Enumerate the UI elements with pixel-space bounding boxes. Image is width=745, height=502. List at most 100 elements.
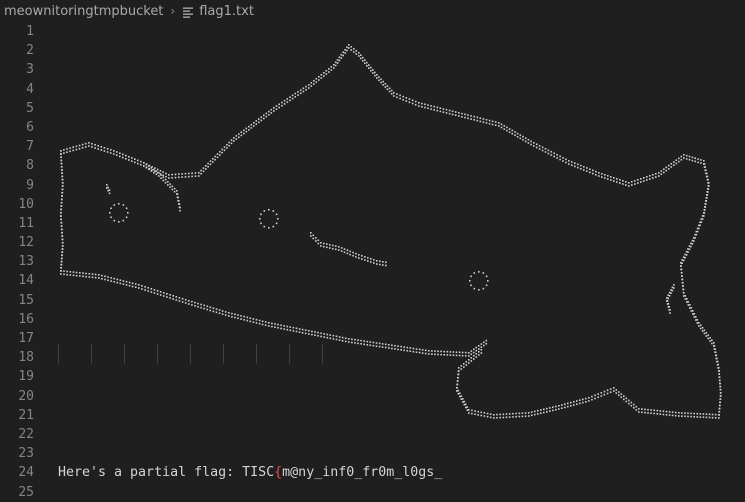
- art-dot: [128, 159, 130, 161]
- art-dot: [128, 284, 131, 287]
- art-dot: [110, 216, 112, 219]
- art-dot: [658, 175, 660, 177]
- art-dot: [607, 175, 609, 177]
- art-dot: [471, 409, 473, 412]
- art-dot: [655, 176, 657, 178]
- art-dot: [473, 351, 475, 354]
- art-dot: [674, 411, 677, 414]
- art-dot: [465, 364, 468, 366]
- art-dot: [320, 242, 322, 244]
- line-number: 24: [18, 465, 34, 481]
- art-dot: [107, 186, 109, 189]
- art-dot: [119, 152, 121, 154]
- art-dot: [221, 313, 224, 315]
- art-dot: [61, 251, 63, 253]
- art-dot: [110, 277, 112, 279]
- art-dot: [463, 403, 466, 406]
- art-dot: [263, 225, 266, 228]
- art-dot: [360, 57, 362, 60]
- art-dot: [311, 333, 313, 336]
- art-dot: [491, 120, 494, 123]
- art-dot: [178, 203, 181, 205]
- art-dot: [424, 106, 426, 109]
- art-dot: [461, 112, 463, 115]
- art-dot: [586, 170, 588, 172]
- art-dot: [418, 351, 421, 354]
- art-dot: [682, 285, 684, 287]
- art-dot: [122, 204, 125, 206]
- art-dot: [468, 359, 470, 361]
- art-dot: [456, 390, 458, 392]
- art-dot: [533, 142, 535, 144]
- art-dot: [315, 237, 317, 239]
- breadcrumb-file[interactable]: flag1.txt: [199, 4, 254, 19]
- art-dot: [255, 322, 258, 324]
- art-dot: [461, 116, 463, 118]
- art-dot: [485, 122, 488, 124]
- art-dot: [358, 55, 360, 57]
- art-dot: [616, 181, 618, 183]
- art-dot: [437, 350, 439, 353]
- art-dot: [317, 239, 320, 242]
- editor-text-area[interactable]: Here's a partial flag: TISC{m@ny_inf0_fr…: [58, 22, 745, 500]
- art-dot: [60, 225, 63, 227]
- art-dot: [473, 358, 475, 360]
- art-dot: [487, 280, 489, 282]
- art-dot: [335, 245, 337, 247]
- art-dot: [681, 415, 683, 417]
- art-dot: [427, 107, 429, 110]
- art-dot: [689, 307, 691, 309]
- art-dot: [445, 108, 448, 111]
- art-dot: [460, 395, 463, 397]
- art-dot: [719, 395, 722, 397]
- art-dot: [508, 128, 511, 130]
- art-dot: [224, 311, 227, 313]
- art-dot: [466, 409, 469, 411]
- art-dot: [586, 167, 588, 169]
- art-dot: [436, 109, 439, 112]
- art-dot: [609, 391, 612, 393]
- art-dot: [259, 218, 261, 220]
- art-dot: [274, 326, 276, 328]
- art-dot: [465, 406, 467, 409]
- art-dot: [493, 414, 495, 416]
- art-dot: [283, 328, 285, 330]
- art-dot: [310, 85, 313, 87]
- art-dot: [373, 262, 375, 264]
- art-dot: [482, 272, 485, 274]
- art-dot: [106, 151, 109, 153]
- art-dot: [719, 385, 722, 388]
- art-dot: [498, 125, 500, 127]
- art-dot: [439, 110, 442, 113]
- art-dot: [668, 164, 670, 167]
- art-dot: [344, 337, 347, 339]
- art-dot: [231, 312, 233, 315]
- art-dot: [280, 324, 282, 327]
- art-dot: [613, 177, 615, 179]
- art-dot: [559, 155, 561, 158]
- art-dot: [382, 261, 384, 263]
- art-dot: [94, 147, 96, 149]
- art-dot: [131, 285, 134, 288]
- art-dot: [588, 397, 590, 399]
- art-dot: [433, 109, 435, 111]
- art-dot: [630, 401, 633, 404]
- art-dot: [516, 136, 519, 138]
- art-dot: [69, 271, 72, 273]
- art-dot: [685, 158, 688, 160]
- art-dot: [684, 295, 687, 297]
- art-dot: [668, 291, 671, 294]
- art-dot: [535, 143, 538, 146]
- art-dot: [491, 123, 494, 126]
- art-dot: [108, 192, 111, 195]
- art-dot: [62, 182, 64, 184]
- art-dot: [396, 93, 398, 95]
- art-dot: [562, 157, 564, 159]
- art-dot: [391, 344, 393, 347]
- indent-guide: [223, 344, 224, 364]
- breadcrumb-folder[interactable]: meownitoringtmpbucket: [4, 4, 163, 19]
- art-dot: [556, 154, 558, 156]
- art-dot: [263, 117, 265, 120]
- art-dot: [119, 279, 122, 281]
- art-dot: [415, 351, 418, 353]
